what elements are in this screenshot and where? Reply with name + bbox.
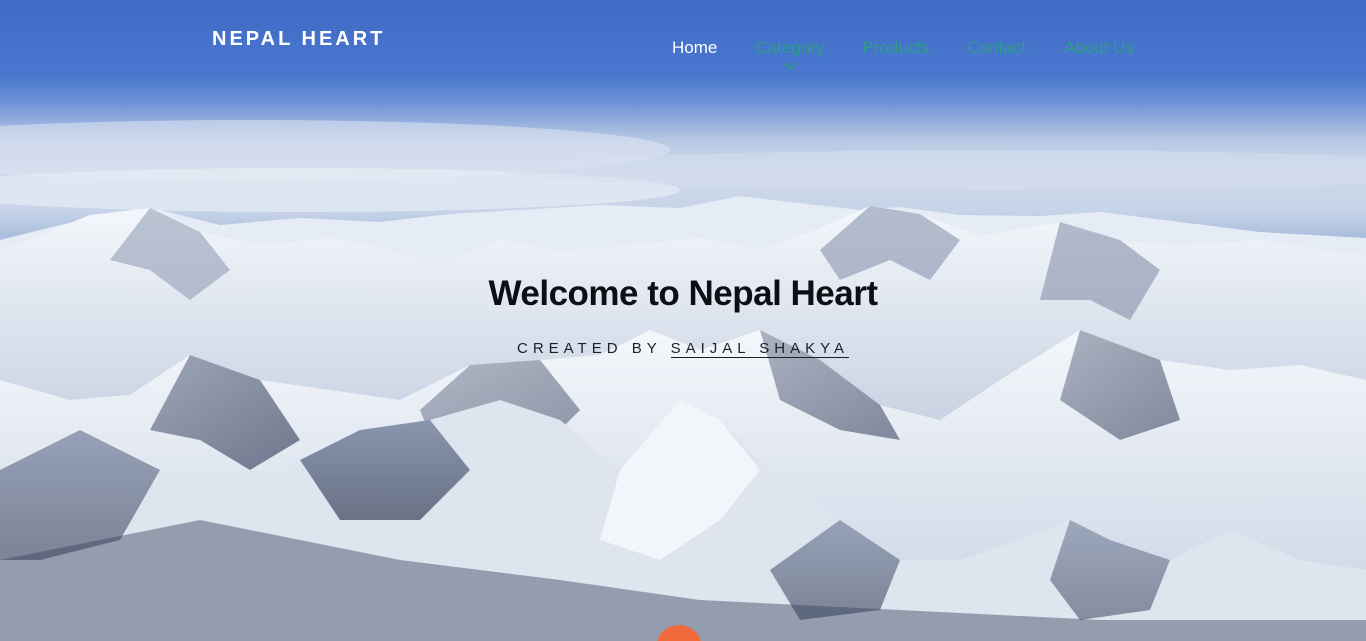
author-link[interactable]: SAIJAL SHAKYA [670,340,850,358]
nav-about-us[interactable]: About Us [1064,38,1134,58]
chevron-down-icon [783,62,797,71]
nav-category[interactable]: Category [755,38,825,71]
hero-banner: NEPAL HEART Home Category Products Conta… [0,0,1366,641]
hero-title: Welcome to Nepal Heart [488,274,878,313]
created-by-label: CREATED BY [516,340,671,357]
main-nav: Home Category Products Contact About Us [672,38,1134,71]
mountain-background-image [0,120,1366,641]
nav-home[interactable]: Home [672,38,717,58]
nav-contact[interactable]: Contact [967,38,1026,58]
nav-category-label: Category [755,38,825,57]
hero-subtitle: CREATED BY SAIJAL SHAKYA [0,340,1366,358]
nav-products[interactable]: Products [862,38,929,58]
brand-logo[interactable]: NEPAL HEART [212,28,385,51]
